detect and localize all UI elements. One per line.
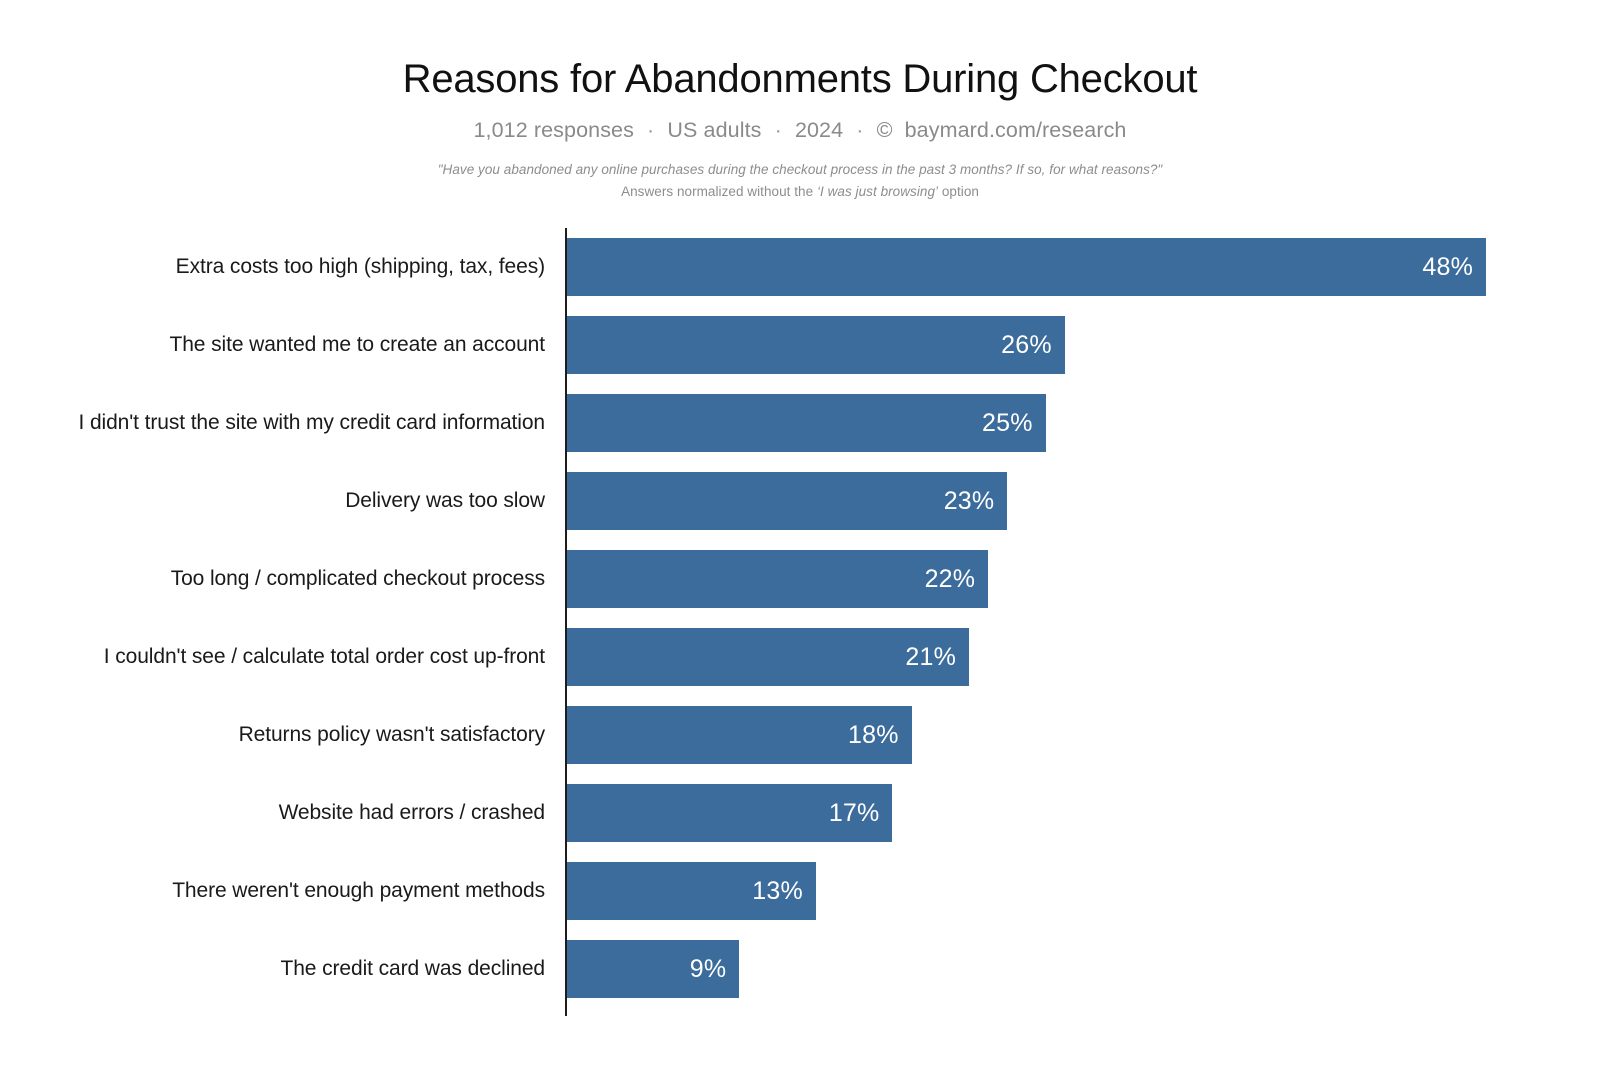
bar: 25% [567, 394, 1046, 452]
bar-row: Returns policy wasn't satisfactory 18% [0, 696, 1600, 774]
bar-category-label: I couldn't see / calculate total order c… [103, 645, 545, 668]
bar-category-label: Website had errors / crashed [278, 801, 546, 824]
bar-category-label: Extra costs too high (shipping, tax, fee… [175, 255, 545, 278]
subtitle-separator-2: · [774, 118, 782, 143]
bar-container: 26% [567, 316, 1065, 374]
bar-value-label: 21% [905, 642, 957, 671]
bar-container: 48% [567, 238, 1486, 296]
normalization-note: Answers normalized without the ‘I was ju… [0, 177, 1600, 199]
note-emphasis: ‘I was just browsing’ [816, 184, 939, 200]
bar: 48% [567, 238, 1486, 296]
subtitle-separator-1: · [647, 118, 655, 143]
chart-header: Reasons for Abandonments During Checkout… [0, 0, 1600, 199]
note-suffix: option [938, 184, 979, 200]
bar-value-label: 23% [943, 486, 995, 515]
bar-rows: Extra costs too high (shipping, tax, fee… [0, 228, 1600, 1008]
copyright-icon: © [876, 118, 893, 143]
bar-container: 18% [567, 706, 912, 764]
bar-container: 23% [567, 472, 1008, 530]
bar-category-label: The credit card was declined [280, 957, 546, 980]
survey-question: "Have you abandoned any online purchases… [437, 162, 1163, 178]
bar-row: Too long / complicated checkout process 2… [0, 540, 1600, 618]
bar: 13% [567, 862, 816, 920]
bar-category-label: Too long / complicated checkout process [170, 567, 545, 590]
bar: 18% [567, 706, 912, 764]
bar-row: I didn't trust the site with my credit c… [0, 384, 1600, 462]
bar: 23% [567, 472, 1008, 530]
bar-row: I couldn't see / calculate total order c… [0, 618, 1600, 696]
bar-value-label: 22% [924, 564, 976, 593]
bar-row: The credit card was declined 9% [0, 930, 1600, 1008]
bar-category-label: The site wanted me to create an account [169, 333, 546, 356]
bar-container: 22% [567, 550, 989, 608]
subtitle-source: baymard.com/research [904, 118, 1127, 143]
bar-value-label: 26% [1001, 330, 1052, 359]
bar-row: Website had errors / crashed 17% [0, 774, 1600, 852]
bar-row: Delivery was too slow 23% [0, 462, 1600, 540]
bar: 21% [567, 628, 970, 686]
bar-value-label: 13% [752, 876, 803, 905]
bar-container: 21% [567, 628, 970, 686]
bar-container: 9% [567, 940, 740, 998]
bar-row: There weren't enough payment methods 13% [0, 852, 1600, 930]
bar: 9% [567, 940, 740, 998]
bar-container: 13% [567, 862, 816, 920]
bar-row: The site wanted me to create an account 2… [0, 306, 1600, 384]
subtitle-responses: 1,012 responses [473, 118, 634, 143]
bar-row: Extra costs too high (shipping, tax, fee… [0, 228, 1600, 306]
bar-value-label: 25% [982, 408, 1033, 437]
bar-value-label: 17% [828, 798, 880, 827]
chart-figure: Reasons for Abandonments During Checkout… [0, 0, 1600, 1074]
bar-category-label: Returns policy wasn't satisfactory [238, 723, 546, 746]
bar-container: 25% [567, 394, 1046, 452]
bar-value-label: 9% [689, 954, 727, 983]
bar-value-label: 48% [1422, 252, 1473, 281]
note-prefix: Answers normalized without the [621, 184, 817, 200]
subtitle-audience: US adults [667, 118, 762, 143]
subtitle-separator-3: · [856, 118, 864, 143]
bar-category-label: Delivery was too slow [345, 489, 545, 512]
bar: 22% [567, 550, 989, 608]
bar: 26% [567, 316, 1065, 374]
bar-category-label: I didn't trust the site with my credit c… [78, 411, 545, 434]
plot-area: Extra costs too high (shipping, tax, fee… [0, 228, 1600, 1028]
subtitle-year: 2024 [794, 118, 844, 143]
bar-value-label: 18% [847, 720, 899, 749]
chart-subtitle: 1,012 responses · US adults · 2024 · © b… [0, 102, 1600, 143]
page-title: Reasons for Abandonments During Checkout [402, 57, 1198, 101]
bar-category-label: There weren't enough payment methods [172, 879, 545, 902]
bar: 17% [567, 784, 893, 842]
bar-container: 17% [567, 784, 893, 842]
